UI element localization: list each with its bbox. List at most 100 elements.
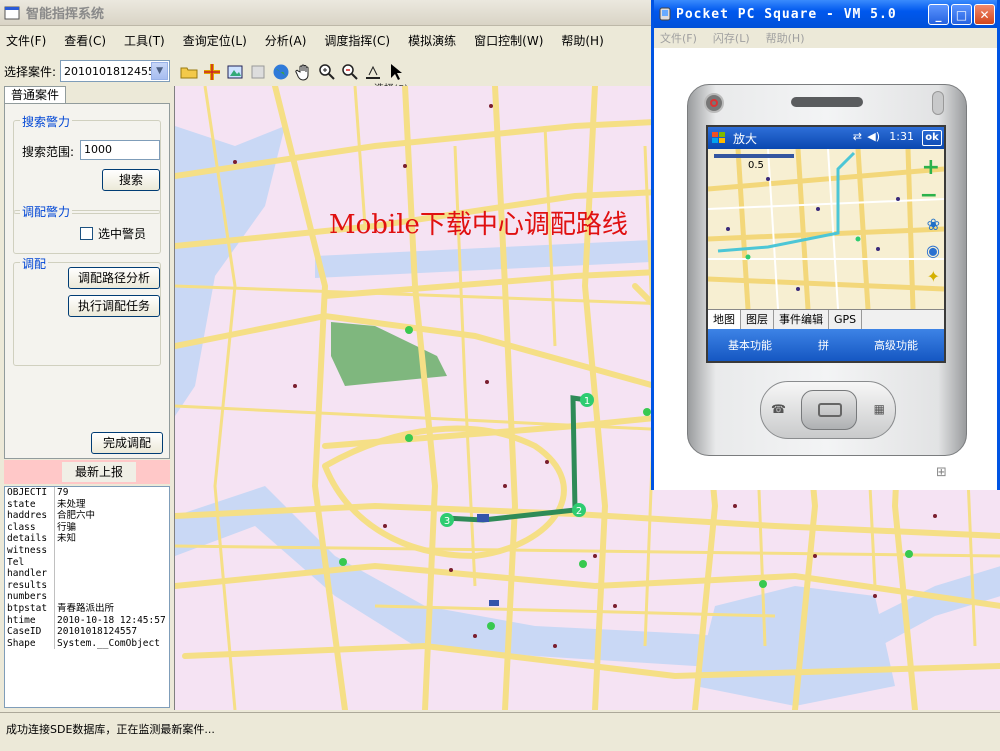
paw-icon[interactable]: ❀	[927, 215, 940, 234]
action-button[interactable]	[801, 390, 857, 430]
ppc-app-title: 放大	[733, 131, 758, 146]
property-row[interactable]: class 行骗	[5, 521, 169, 534]
property-row[interactable]: CaseID 20101018124557	[5, 626, 169, 638]
tab-normal-case[interactable]: 普通案件	[4, 86, 66, 104]
globe-icon[interactable]	[270, 61, 292, 83]
emu-menu-help[interactable]: 帮助(H)	[766, 30, 805, 46]
wand-icon[interactable]: ✦	[927, 267, 940, 286]
search-button[interactable]: 搜索	[102, 169, 160, 191]
menu-dispatch[interactable]: 调度指挥(C)	[324, 32, 390, 49]
emulator-app-icon	[659, 7, 671, 21]
ppc-clock[interactable]: 1:31	[889, 130, 914, 143]
property-row[interactable]: numbers	[5, 591, 169, 603]
phone-call-icon[interactable]: ☎	[771, 402, 786, 416]
select-officer-checkbox[interactable]	[80, 227, 93, 240]
minimize-icon[interactable]: _	[928, 4, 949, 25]
menu-file[interactable]: 文件(F)	[6, 32, 46, 49]
identify-icon[interactable]	[224, 61, 246, 83]
search-range-input[interactable]: 1000	[80, 140, 160, 160]
maximize-icon[interactable]: □	[951, 4, 972, 25]
property-key: witness	[5, 544, 55, 557]
menu-view[interactable]: 查看(C)	[64, 32, 106, 49]
property-row[interactable]: haddres 合肥六中	[5, 510, 169, 522]
property-key: state	[5, 498, 55, 511]
zoom-in-icon[interactable]: +	[922, 155, 940, 180]
tab-gps[interactable]: GPS	[829, 310, 863, 329]
property-row[interactable]: htime 2010-10-18 12:45:57	[5, 614, 169, 627]
property-row[interactable]: state 未处理	[5, 498, 169, 511]
menu-tools[interactable]: 工具(T)	[124, 32, 165, 49]
softkey-input[interactable]: 拼	[818, 337, 829, 353]
property-row[interactable]: Shape System.__ComObject	[5, 637, 169, 650]
emu-menu-file[interactable]: 文件(F)	[660, 30, 697, 46]
tab-layers[interactable]: 图层	[741, 310, 774, 329]
emulator-menu-bar: 文件(F) 闪存(L) 帮助(H)	[654, 28, 997, 48]
route-analysis-button[interactable]: 调配路径分析	[68, 267, 160, 289]
tab-map[interactable]: 地图	[708, 310, 741, 329]
power-icon[interactable]	[704, 93, 724, 113]
property-row[interactable]: details 未知	[5, 533, 169, 545]
globe-icon[interactable]: ◉	[926, 241, 940, 260]
property-row[interactable]: OBJECTI 79	[5, 487, 169, 499]
menu-simulation[interactable]: 模拟演练	[408, 32, 456, 49]
emu-menu-flash[interactable]: 闪存(L)	[713, 30, 750, 46]
device-screen[interactable]: 放大 ⇄ ◀) 1:31 ok 0.5 + − ❀ ◉ ✦ 地图 图层 事件编辑…	[706, 125, 946, 363]
property-row[interactable]: Tel	[5, 556, 169, 569]
zoom-in-icon[interactable]	[316, 61, 338, 83]
ppc-soft-keys: 基本功能 拼 高级功能	[708, 329, 944, 361]
connectivity-icon[interactable]: ⇄	[853, 130, 862, 143]
stylus-slot	[932, 91, 944, 115]
clear-icon[interactable]	[247, 61, 269, 83]
property-value: 未处理	[57, 498, 86, 510]
property-row[interactable]: handler	[5, 568, 169, 580]
property-value: 未知	[57, 533, 77, 545]
property-row[interactable]: results	[5, 579, 169, 592]
property-key: class	[5, 521, 55, 534]
zoom-out-icon[interactable]: −	[920, 183, 938, 208]
menu-help[interactable]: 帮助(H)	[561, 32, 603, 49]
property-value	[55, 580, 57, 592]
ppc-ok-button[interactable]: ok	[922, 130, 942, 146]
softkey-basic[interactable]: 基本功能	[728, 337, 772, 353]
volume-icon[interactable]: ◀)	[867, 130, 880, 143]
property-key: btpstat	[5, 602, 55, 615]
route-marker-3: 3	[444, 516, 450, 527]
tab-event-edit[interactable]: 事件编辑	[774, 310, 829, 329]
property-value: 行骗	[57, 521, 77, 533]
property-row[interactable]: btpstat 青春路派出所	[5, 602, 169, 615]
case-select[interactable]: 20101018124557 ▼	[60, 60, 171, 82]
pan-hand-icon[interactable]	[293, 61, 315, 83]
scale-label: 0.5	[748, 160, 764, 171]
property-key: handler	[5, 568, 55, 580]
search-police-title: 搜索警力	[20, 113, 73, 130]
police-car-icon[interactable]	[489, 600, 499, 606]
ppc-map[interactable]: 0.5 + − ❀ ◉ ✦	[708, 149, 944, 309]
property-value	[55, 545, 57, 557]
chevron-down-icon[interactable]: ▼	[151, 62, 169, 80]
keypad-icon[interactable]: ▦	[874, 402, 885, 416]
search-range-label: 搜索范围:	[22, 145, 75, 159]
menu-window[interactable]: 窗口控制(W)	[474, 32, 543, 49]
finish-dispatch-button[interactable]: 完成调配	[91, 432, 163, 454]
menu-analysis[interactable]: 分析(A)	[265, 32, 307, 49]
navigation-pad[interactable]: ☎ ▦	[760, 381, 896, 439]
property-key: haddres	[5, 510, 55, 522]
zoom-out-icon[interactable]	[339, 61, 361, 83]
menu-query-locate[interactable]: 查询定位(L)	[183, 32, 247, 49]
case-select-value: 20101018124557	[64, 64, 163, 78]
softkey-advanced[interactable]: 高级功能	[874, 337, 918, 353]
open-folder-icon[interactable]	[178, 61, 200, 83]
add-layer-icon[interactable]	[201, 61, 223, 83]
left-panel: 普通案件 搜索警力 搜索范围: 1000 搜索 调配警力 选中警员 调配 调配路…	[0, 86, 172, 712]
pocket-pc-device: 放大 ⇄ ◀) 1:31 ok 0.5 + − ❀ ◉ ✦ 地图 图层 事件编辑…	[687, 84, 967, 480]
case-properties-grid[interactable]: OBJECTI 79 state 未处理 haddres 合肥六中 class 行骗 detai…	[4, 486, 170, 708]
app-icon	[4, 6, 20, 19]
close-icon[interactable]: ✕	[974, 4, 995, 25]
deploy-group: 调配 调配路径分析 执行调配任务	[13, 255, 161, 366]
windows-flag-icon[interactable]	[711, 131, 727, 145]
police-car-icon[interactable]	[477, 514, 489, 522]
property-row[interactable]: witness	[5, 544, 169, 557]
execute-dispatch-button[interactable]: 执行调配任务	[68, 295, 160, 317]
dispatch-police-group: 调配警力 选中警员	[13, 203, 161, 254]
latest-report-label: 最新上报	[62, 462, 136, 482]
